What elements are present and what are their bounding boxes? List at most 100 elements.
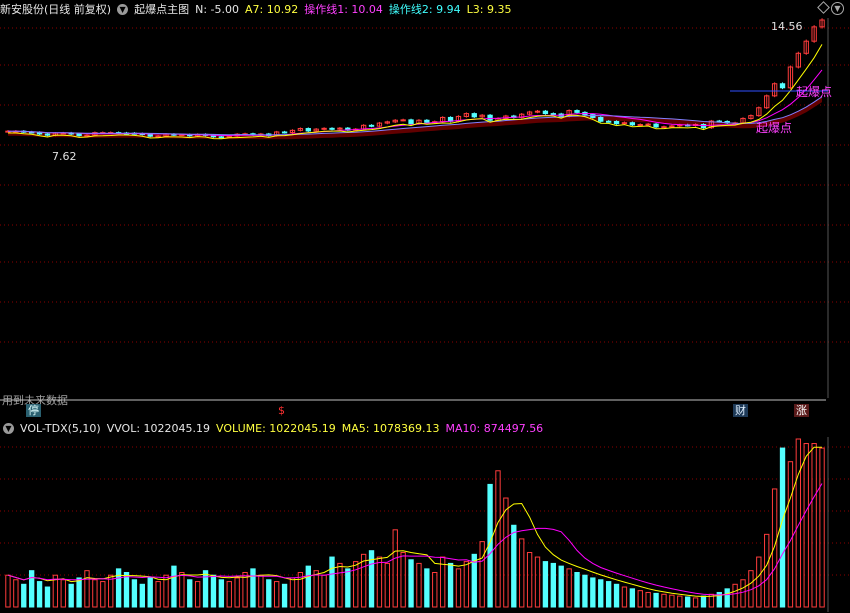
volume-bar xyxy=(645,591,651,608)
candle-body xyxy=(487,114,493,121)
volume-bar xyxy=(250,568,256,608)
candles xyxy=(5,18,825,139)
volume-bar xyxy=(281,583,288,608)
volume-bar xyxy=(447,562,454,608)
candle-body xyxy=(637,123,643,126)
candle-body xyxy=(574,110,580,113)
volume-bar xyxy=(637,590,643,608)
volume-bar xyxy=(329,556,335,608)
candle-body xyxy=(281,131,288,134)
volume-bar xyxy=(337,562,343,608)
candle-body xyxy=(661,126,667,129)
volume-bar xyxy=(432,571,438,608)
volume-bar xyxy=(779,447,786,608)
volume-bar xyxy=(289,577,296,608)
candle-body xyxy=(645,123,651,126)
volume-bar xyxy=(179,571,185,608)
volume-bar xyxy=(424,568,430,608)
candle-body xyxy=(550,113,556,116)
volume-bar xyxy=(28,570,35,608)
volume-bar xyxy=(511,524,517,608)
volume-bar xyxy=(495,470,501,608)
volume-bar xyxy=(598,579,604,608)
candle-body xyxy=(700,123,707,129)
volume-chart[interactable] xyxy=(0,437,850,612)
volume-bar xyxy=(764,533,770,608)
volume-toggle-icon[interactable]: ▼ xyxy=(3,422,14,434)
volume-bar xyxy=(669,594,675,608)
candle-body xyxy=(44,133,51,136)
volume-bar xyxy=(605,581,612,608)
volume-bar xyxy=(353,561,359,608)
volume-header: ▼ VOL-TDX(5,10) VVOL: 1022045.19 VOLUME:… xyxy=(0,419,549,437)
volume-bar xyxy=(819,447,825,608)
volume-bar xyxy=(526,552,533,608)
price-grid xyxy=(0,18,850,398)
candle-body xyxy=(400,119,406,122)
volume-ma10-line xyxy=(7,483,823,596)
volume-bar xyxy=(392,529,398,608)
volume-bar xyxy=(266,579,272,608)
volume-bar xyxy=(503,497,509,608)
volume-ma-lines xyxy=(7,446,823,598)
limit-up-marker[interactable]: 涨 xyxy=(794,404,809,417)
dollar-marker[interactable]: $ xyxy=(276,404,287,417)
volume-bar xyxy=(131,579,138,608)
volume-bar xyxy=(21,583,27,608)
volume-bar xyxy=(345,568,351,608)
volume-bar xyxy=(613,583,620,608)
volume-bar xyxy=(740,579,746,608)
volume-bar xyxy=(566,568,572,608)
volume-value: VOLUME: 1022045.19 xyxy=(216,421,336,435)
suspend-marker[interactable]: 停 xyxy=(26,404,41,417)
volume-bar xyxy=(724,588,730,608)
price-chart[interactable] xyxy=(0,0,850,400)
volume-bar xyxy=(36,581,43,608)
volume-bar xyxy=(803,443,809,608)
volume-bar xyxy=(756,556,762,608)
volume-bar xyxy=(13,579,19,608)
volume-bar xyxy=(274,581,280,608)
ma5-value: MA5: 1078369.13 xyxy=(341,421,440,435)
volume-bar xyxy=(210,574,217,608)
volume-bar xyxy=(384,562,391,608)
volume-bar xyxy=(84,570,90,608)
volume-bar xyxy=(416,562,422,608)
volume-bar xyxy=(155,581,161,608)
volume-bar xyxy=(313,570,319,608)
volume-bar xyxy=(76,577,82,608)
volume-bar xyxy=(60,579,66,608)
signal-label-secondary: 起爆点 xyxy=(756,121,793,135)
volume-bar xyxy=(811,443,817,608)
volume-bar xyxy=(147,577,153,608)
volume-bar xyxy=(400,552,406,608)
volume-bar xyxy=(661,593,667,608)
volume-bar xyxy=(677,595,683,608)
volume-bar xyxy=(550,562,556,608)
low-price-label: 7.62 xyxy=(52,150,77,163)
candle-body xyxy=(368,124,375,127)
volume-bar xyxy=(574,571,580,608)
finance-marker[interactable]: 财 xyxy=(733,404,748,417)
volume-ma5-line xyxy=(7,446,822,598)
candle-body xyxy=(84,134,90,137)
candle-body xyxy=(471,113,477,118)
volume-bar xyxy=(700,595,707,608)
candle-body xyxy=(542,110,549,115)
volume-bar xyxy=(305,565,311,608)
candle-body xyxy=(598,116,604,122)
candle-body xyxy=(329,127,335,130)
volume-bar xyxy=(376,556,383,608)
high-price-label: 14.56 xyxy=(771,20,803,33)
volume-bar xyxy=(542,561,549,608)
volume-bar xyxy=(171,565,177,608)
volume-bar xyxy=(582,574,588,608)
ma10-value: MA10: 874497.56 xyxy=(445,421,544,435)
vol-indicator-name[interactable]: VOL-TDX(5,10) xyxy=(20,422,101,435)
volume-bar xyxy=(629,588,636,608)
candle-body xyxy=(613,120,620,125)
volume-bars xyxy=(5,438,825,608)
candle-body xyxy=(408,119,414,125)
volume-bar xyxy=(621,586,628,608)
volume-bar xyxy=(5,574,11,608)
